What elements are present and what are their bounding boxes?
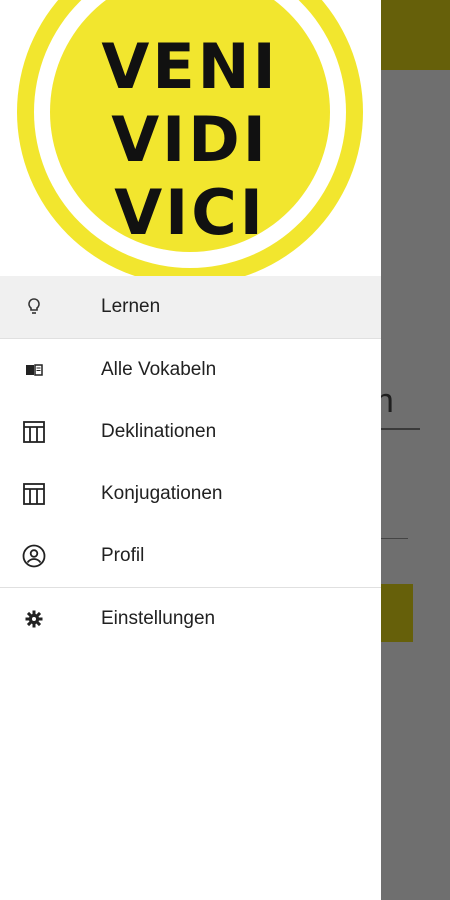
drawer-item-label: Lernen [101,296,161,317]
account-circle-icon [22,544,46,568]
table-icon [22,420,46,444]
background-button [380,584,413,642]
logo-line-1: VENI [101,30,279,103]
drawer-item-konjugationen[interactable]: Konjugationen [0,463,381,525]
book-icon [22,358,46,382]
drawer-header: VENI VIDI VICI [0,0,381,276]
lightbulb-icon [22,295,46,319]
logo-line-2: VIDI [111,103,269,176]
gear-icon [22,607,46,631]
drawer-item-label: Alle Vokabeln [101,359,217,380]
drawer-item-lernen[interactable]: Lernen [0,276,381,338]
drawer-item-profil[interactable]: Profil [0,525,381,587]
drawer-menu: Lernen Alle Vokabeln Deklinationen Konju… [0,276,381,650]
background-input-underline [380,428,420,430]
drawer-item-deklinationen[interactable]: Deklinationen [0,401,381,463]
veni-vidi-vici-logo: VENI VIDI VICI [17,0,363,276]
drawer-item-label: Deklinationen [101,421,217,442]
drawer-item-label: Profil [101,545,145,566]
drawer-item-alle-vokabeln[interactable]: Alle Vokabeln [0,339,381,401]
drawer-item-label: Einstellungen [101,608,216,629]
background-divider [380,538,408,539]
navigation-drawer: VENI VIDI VICI Lernen Alle Vokabeln Dekl… [0,0,381,900]
table-icon [22,482,46,506]
drawer-item-label: Konjugationen [101,483,223,504]
logo-line-3: VICI [114,176,266,249]
drawer-item-einstellungen[interactable]: Einstellungen [0,588,381,650]
